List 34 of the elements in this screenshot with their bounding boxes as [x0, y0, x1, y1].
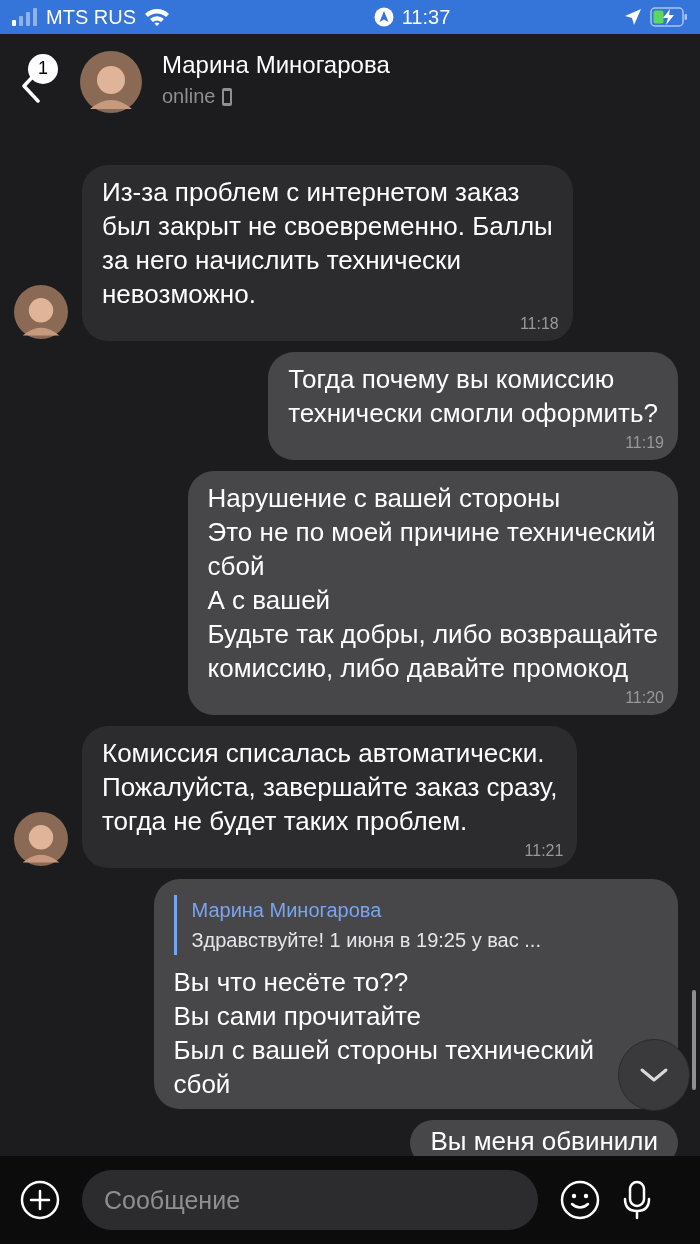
message-input[interactable]: Сообщение [82, 1170, 538, 1230]
back-button[interactable]: 1 [18, 49, 80, 110]
reply-author: Марина Миногарова [191, 898, 383, 923]
avatar[interactable] [80, 50, 142, 113]
emoji-icon[interactable] [560, 1180, 600, 1220]
location-arrow-icon [624, 8, 642, 26]
contact-name: Марина Миногарова [162, 51, 390, 79]
reply-text: Здравствуйте! 1 июня в 19:25 у вас ... [191, 928, 542, 953]
message-text: Вы что несёте то?? Вы сами прочитайте Был с вашей стороны технический сбой [173, 966, 594, 1101]
message-time: 11:21 [524, 842, 564, 859]
message-text: Тогда почему вы комиссию технически смогли оформить? [288, 363, 658, 430]
phone-icon [221, 86, 234, 107]
message-text: Комиссия списалась автоматически. Пожалуйста, завершайте заказ сразу, тогда не будет таких проблем. [102, 737, 558, 838]
carrier-name: MTS RUS [46, 5, 136, 29]
battery-charging-icon [650, 7, 688, 27]
navigation-icon [373, 7, 394, 27]
message-time: 11:18 [519, 315, 559, 332]
reply-quote[interactable]: Марина Миногарова Здравствуйте! 1 июня в 19:25 у вас ... [173, 895, 594, 955]
wifi-icon [144, 7, 170, 27]
message-text: Из-за проблем с интернетом заказ был закрыт не своевременно. Баллы за него начислить технически невозможно. [102, 176, 553, 311]
avatar[interactable] [14, 812, 68, 866]
clock: 11:37 [401, 5, 451, 29]
message-text: Вы меня обвинили [430, 1125, 658, 1156]
online-status: online [162, 85, 216, 108]
microphone-icon[interactable] [622, 1180, 652, 1220]
message-text: Нарушение с вашей стороны Это не по моей причине технический сбой А с вашей Будьте так добры, либо возвращайте комиссию, либо давайте промокод [207, 482, 658, 685]
message-time: 11:19 [625, 434, 664, 451]
scrollbar[interactable] [692, 990, 696, 1090]
message-time: 11:20 [625, 689, 664, 706]
add-icon[interactable] [20, 1180, 60, 1220]
unread-badge: 1 [28, 53, 58, 84]
signal-icon [12, 7, 38, 27]
chevron-down-icon [639, 1067, 669, 1083]
avatar[interactable] [14, 285, 68, 339]
